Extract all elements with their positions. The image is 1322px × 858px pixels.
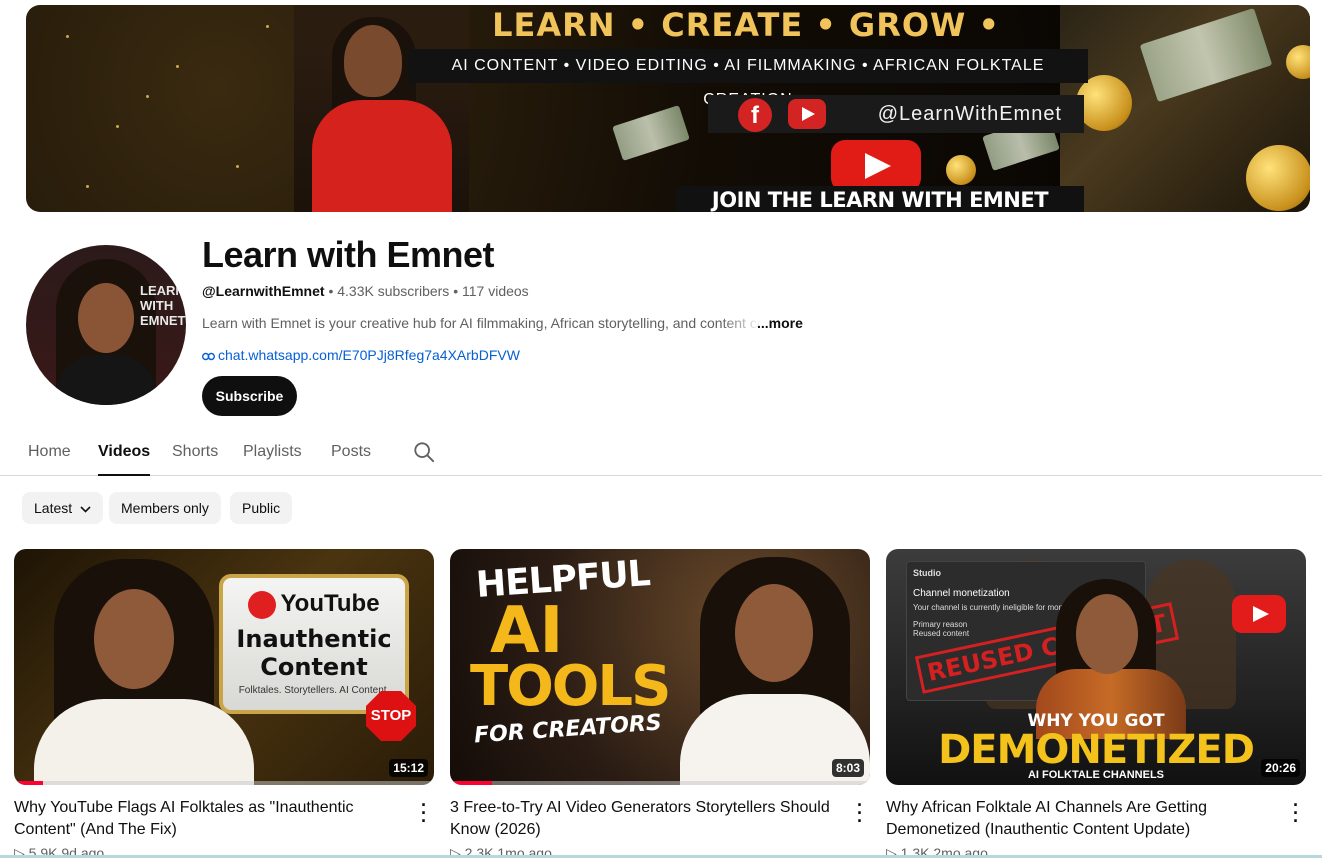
channel-external-link[interactable]: chat.whatsapp.com/E70PJj8Rfeg7a4XArbDFVW <box>201 347 520 363</box>
banner-cta: JOIN THE LEARN WITH EMNET COMMUNITY <box>676 186 1084 212</box>
video-duration: 15:12 <box>389 759 428 777</box>
channel-name: Learn with Emnet <box>202 234 495 275</box>
video-title[interactable]: Why YouTube Flags AI Folktales as "Inaut… <box>14 797 406 841</box>
public-chip[interactable]: Public <box>230 492 293 524</box>
subscribe-button[interactable]: Subscribe <box>202 376 297 416</box>
watch-progress-bar <box>450 781 492 785</box>
more-actions-icon[interactable]: · · · <box>1286 796 1306 830</box>
thumbnail-text-line: TOOLS <box>470 654 671 719</box>
thumbnail-text-big: DEMONETIZED <box>938 727 1255 773</box>
stop-sign-icon: STOP <box>366 691 416 741</box>
banner-coin <box>1246 145 1310 211</box>
banner-sparkle <box>66 35 69 38</box>
banner-sparkle <box>236 165 239 168</box>
video-card[interactable]: Studio Channel monetization Your channel… <box>886 549 1306 858</box>
video-title[interactable]: 3 Free-to-Try AI Video Generators Storyt… <box>450 797 842 841</box>
banner-subline: AI CONTENT • VIDEO EDITING • AI FILMMAKI… <box>408 49 1088 108</box>
youtube-play-icon <box>1232 595 1286 633</box>
video-thumbnail[interactable]: Studio Channel monetization Your channel… <box>886 549 1306 785</box>
banner-coin <box>1076 75 1132 131</box>
video-duration: 20:26 <box>1261 759 1300 777</box>
search-icon[interactable] <box>413 441 435 463</box>
banner-play-icon <box>831 140 921 192</box>
banner-sparkle <box>176 65 179 68</box>
more-actions-icon[interactable]: · · · <box>414 796 434 830</box>
sort-latest-chip[interactable]: Latest <box>22 492 104 524</box>
tab-posts[interactable]: Posts <box>331 443 371 476</box>
thumbnail-logo-text: YouTube <box>280 590 380 617</box>
channel-avatar[interactable]: LEARN WITH EMNET <box>26 245 186 405</box>
sort-label: Latest <box>34 500 73 516</box>
banner-bill <box>612 105 690 161</box>
watch-progress-track <box>14 781 434 785</box>
tab-videos[interactable]: Videos <box>98 443 151 476</box>
banner-coin <box>946 155 976 185</box>
watch-progress-bar <box>14 781 44 785</box>
video-title[interactable]: Why African Folktale AI Channels Are Get… <box>886 797 1278 841</box>
banner-headline: LEARN • CREATE • GROW • MONETIZE <box>492 6 1000 84</box>
subscriber-count: 4.33K subscribers <box>337 283 450 299</box>
channel-description[interactable]: Learn with Emnet is your creative hub fo… <box>202 315 762 331</box>
link-icon <box>201 352 216 360</box>
banner-sparkle <box>86 185 89 188</box>
description-more-link[interactable]: ...more <box>757 315 803 331</box>
channel-meta: @LearnwithEmnet • 4.33K subscribers • 11… <box>202 283 529 299</box>
banner-social-bar: f @LearnWithEmnet <box>708 95 1084 133</box>
banner-sparkle <box>146 95 149 98</box>
video-card[interactable]: HELPFUL AI TOOLS FOR CREATORS 8:03 3 Fre… <box>450 549 870 858</box>
video-count: 117 videos <box>462 283 529 299</box>
youtube-icon <box>788 99 826 129</box>
thumbnail-studio-label: Studio <box>913 568 941 578</box>
channel-link-text: chat.whatsapp.com/E70PJj8Rfeg7a4XArbDFVW <box>218 347 520 363</box>
channel-tabs: Home Videos Shorts Playlists Posts <box>0 434 1322 476</box>
members-only-chip[interactable]: Members only <box>109 492 221 524</box>
watch-progress-track <box>450 781 870 785</box>
thumbnail-text-bottom: AI FOLKTALE CHANNELS <box>1027 769 1165 781</box>
tab-playlists[interactable]: Playlists <box>243 443 302 476</box>
channel-handle: @LearnwithEmnet <box>202 283 325 299</box>
tab-home[interactable]: Home <box>28 443 71 476</box>
more-actions-icon[interactable]: · · · <box>850 796 870 830</box>
banner-sparkle <box>266 25 269 28</box>
video-thumbnail[interactable]: YouTube Inauthentic Content Folktales. S… <box>14 549 434 785</box>
avatar-logo-text: LEARN WITH EMNET <box>140 283 186 328</box>
banner-sparkle <box>116 125 119 128</box>
video-duration: 8:03 <box>831 759 864 777</box>
facebook-icon: f <box>738 98 772 132</box>
thumbnail-tagline: Folktales. Storytellers. AI Content. <box>238 684 390 696</box>
video-thumbnail[interactable]: HELPFUL AI TOOLS FOR CREATORS 8:03 <box>450 549 870 785</box>
thumbnail-headline: Inauthentic Content <box>236 624 392 681</box>
channel-banner: LEARN • CREATE • GROW • MONETIZE AI CONT… <box>26 5 1310 212</box>
banner-handle: @LearnWithEmnet <box>877 103 1062 125</box>
video-card[interactable]: YouTube Inauthentic Content Folktales. S… <box>14 549 434 858</box>
tab-shorts[interactable]: Shorts <box>172 443 218 476</box>
meta-separator: • <box>324 283 338 299</box>
meta-separator: • <box>449 283 462 299</box>
chevron-down-icon <box>80 506 91 513</box>
